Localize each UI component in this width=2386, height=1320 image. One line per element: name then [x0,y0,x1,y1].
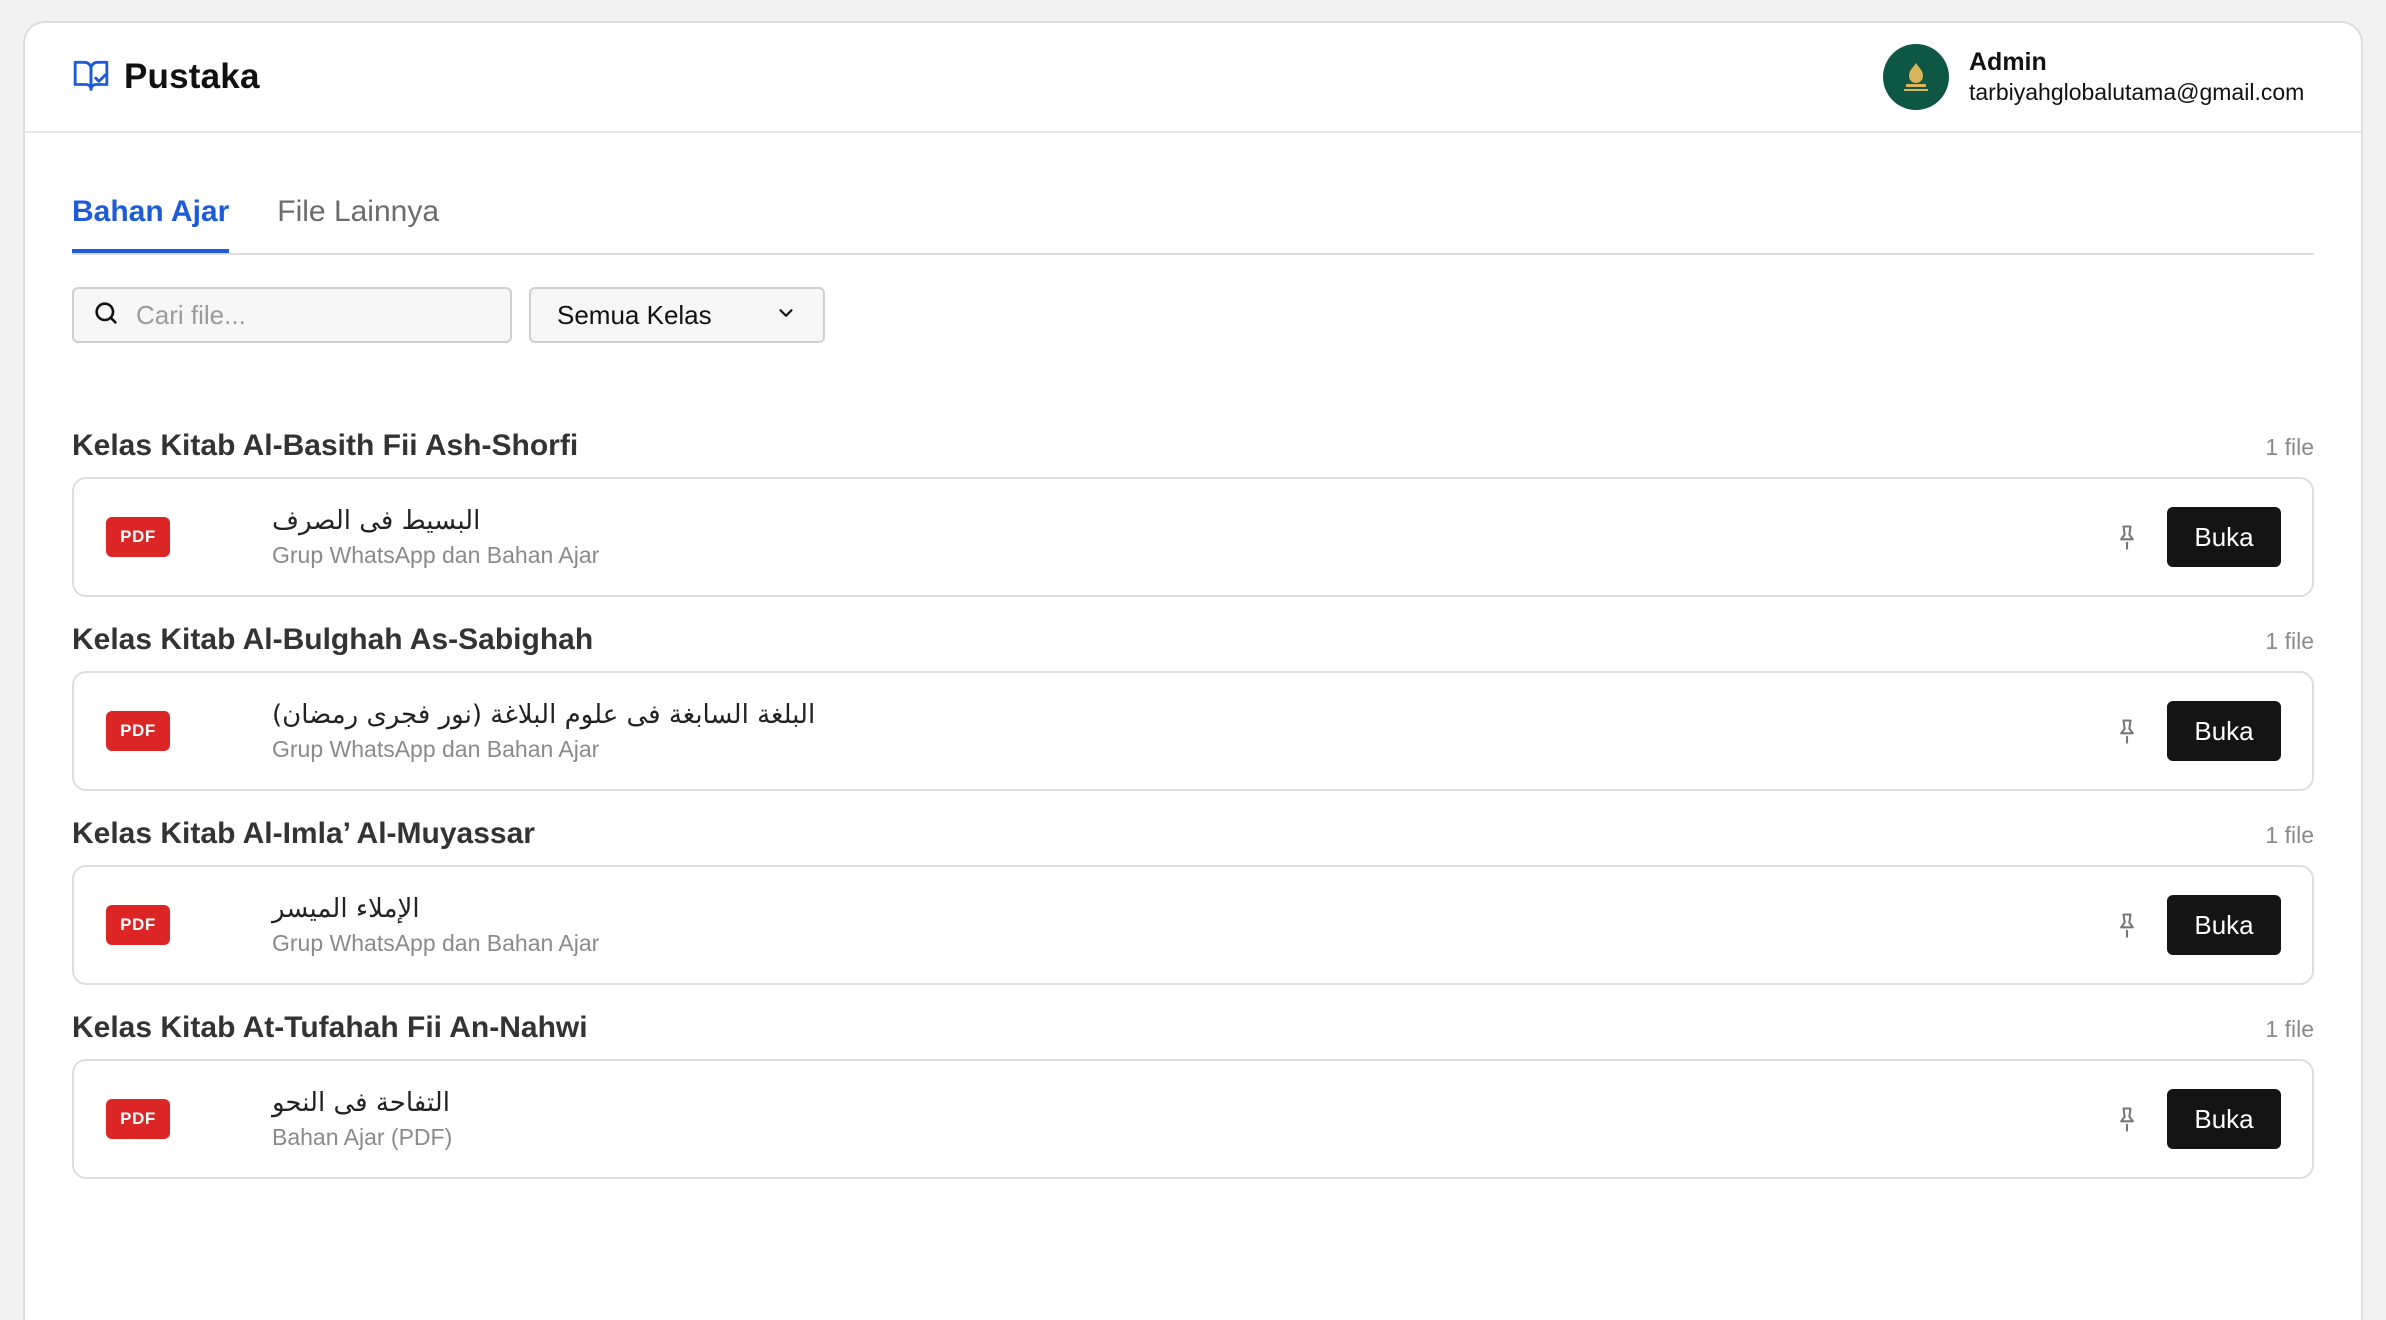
pdf-badge: PDF [106,711,170,751]
group-title: Kelas Kitab Al-Bulghah As-Sabighah [72,623,594,656]
file-subtitle: Bahan Ajar (PDF) [272,1123,453,1150]
tab-file-lainnya[interactable]: File Lainnya [277,191,439,253]
app-title: Pustaka [124,57,260,96]
user-name: Admin [1969,48,2047,76]
file-card[interactable]: PDF البلغة السابغة فى علوم البلاغة (نور … [72,671,2314,791]
search-icon [92,299,120,332]
top-bar: Pustaka Admin tarbiyahglobalutama@gmail.… [25,23,2361,133]
pin-icon[interactable] [2113,911,2141,939]
user-email: tarbiyahglobalutama@gmail.com [1969,79,2305,105]
main-content: Bahan Ajar File Lainnya Semua Kelas [25,191,2361,1179]
file-count: 1 file [2265,1016,2314,1042]
class-group: Kelas Kitab Al-Imla’ Al-Muyassar 1 file … [72,817,2314,985]
class-group: Kelas Kitab At-Tufahah Fii An-Nahwi 1 fi… [72,1011,2314,1179]
app-window: Pustaka Admin tarbiyahglobalutama@gmail.… [23,21,2363,1320]
user-info: Admin tarbiyahglobalutama@gmail.com [1969,48,2329,106]
file-title: التفاحة فى النحو [272,1087,450,1118]
filter-bar: Semua Kelas [72,287,2314,343]
brand[interactable]: Pustaka [72,56,260,99]
pin-icon[interactable] [2113,523,2141,551]
pin-icon[interactable] [2113,717,2141,745]
file-card[interactable]: PDF التفاحة فى النحو Bahan Ajar (PDF) Bu… [72,1059,2314,1179]
chevron-down-icon [775,302,797,329]
group-header: Kelas Kitab Al-Basith Fii Ash-Shorfi 1 f… [72,429,2314,463]
pdf-badge: PDF [106,1099,170,1139]
user-menu[interactable]: Admin tarbiyahglobalutama@gmail.com [1883,44,2329,110]
open-button[interactable]: Buka [2167,701,2281,761]
file-title: البلغة السابغة فى علوم البلاغة (نور فجرى… [272,699,816,730]
file-title: الإملاء الميسر [272,893,420,924]
class-filter-value: Semua Kelas [557,299,712,330]
file-card[interactable]: PDF البسيط فى الصرف Grup WhatsApp dan Ba… [72,477,2314,597]
file-info: التفاحة فى النحو Bahan Ajar (PDF) [272,1088,2113,1151]
file-count: 1 file [2265,628,2314,654]
file-subtitle: Grup WhatsApp dan Bahan Ajar [272,735,600,762]
class-filter-select[interactable]: Semua Kelas [529,287,825,343]
file-subtitle: Grup WhatsApp dan Bahan Ajar [272,929,600,956]
group-header: Kelas Kitab Al-Imla’ Al-Muyassar 1 file [72,817,2314,851]
avatar[interactable] [1883,44,1949,110]
search-box[interactable] [72,287,512,343]
tab-bar: Bahan Ajar File Lainnya [72,191,2314,255]
class-group: Kelas Kitab Al-Bulghah As-Sabighah 1 fil… [72,623,2314,791]
pin-icon[interactable] [2113,1105,2141,1133]
tab-bahan-ajar[interactable]: Bahan Ajar [72,191,230,253]
file-info: البسيط فى الصرف Grup WhatsApp dan Bahan … [272,506,2113,569]
group-title: Kelas Kitab Al-Imla’ Al-Muyassar [72,817,535,850]
file-card[interactable]: PDF الإملاء الميسر Grup WhatsApp dan Bah… [72,865,2314,985]
class-group: Kelas Kitab Al-Basith Fii Ash-Shorfi 1 f… [72,429,2314,597]
file-subtitle: Grup WhatsApp dan Bahan Ajar [272,541,600,568]
file-info: الإملاء الميسر Grup WhatsApp dan Bahan A… [272,894,2113,957]
group-header: Kelas Kitab At-Tufahah Fii An-Nahwi 1 fi… [72,1011,2314,1045]
open-button[interactable]: Buka [2167,507,2281,567]
mosque-logo-icon [1904,63,1928,91]
book-open-check-icon [72,56,110,99]
group-title: Kelas Kitab Al-Basith Fii Ash-Shorfi [72,429,579,462]
file-groups: Kelas Kitab Al-Basith Fii Ash-Shorfi 1 f… [72,429,2314,1179]
pdf-badge: PDF [106,517,170,557]
open-button[interactable]: Buka [2167,1089,2281,1149]
file-count: 1 file [2265,822,2314,848]
search-input[interactable] [136,299,492,331]
pdf-badge: PDF [106,905,170,945]
group-title: Kelas Kitab At-Tufahah Fii An-Nahwi [72,1011,588,1044]
file-count: 1 file [2265,434,2314,460]
group-header: Kelas Kitab Al-Bulghah As-Sabighah 1 fil… [72,623,2314,657]
file-title: البسيط فى الصرف [272,505,481,536]
open-button[interactable]: Buka [2167,895,2281,955]
file-info: البلغة السابغة فى علوم البلاغة (نور فجرى… [272,700,2113,763]
